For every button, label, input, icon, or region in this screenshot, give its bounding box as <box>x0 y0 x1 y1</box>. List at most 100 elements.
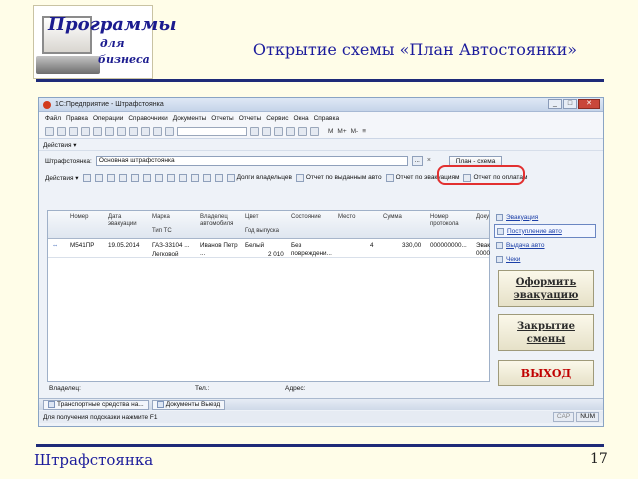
undo-icon[interactable] <box>141 127 150 136</box>
debtors-button[interactable]: Долги владельцев <box>226 173 292 182</box>
menu-reports[interactable]: Отчеты <box>211 115 233 122</box>
col-color[interactable]: Цвет <box>245 214 258 221</box>
logo-line-2: для <box>100 37 125 50</box>
paste-icon[interactable] <box>105 127 114 136</box>
delete-icon[interactable] <box>118 173 127 182</box>
col-state[interactable]: Состояние <box>291 214 321 221</box>
task-documents[interactable]: Документы Выезд <box>151 399 226 410</box>
cell-color: Белый <box>245 242 265 249</box>
cell-protocol: 000000000... <box>430 242 467 249</box>
save-icon[interactable] <box>69 127 78 136</box>
side-link-receipts[interactable]: Чеки <box>494 252 596 266</box>
cell-place: 4 <box>370 242 374 249</box>
side-link-evacuation[interactable]: Эвакуация <box>494 210 596 224</box>
report-issued-button[interactable]: Отчет по выданным авто <box>295 173 382 182</box>
side-link-issue[interactable]: Выдача авто <box>494 238 596 252</box>
close-shift-button[interactable]: Закрытие смены <box>498 314 594 351</box>
help-icon[interactable] <box>286 127 295 136</box>
side-link-issue-label: Выдача авто <box>506 241 545 249</box>
calendar-icon[interactable] <box>310 127 319 136</box>
unpost-icon[interactable] <box>142 173 151 182</box>
maximize-button[interactable]: □ <box>563 99 577 109</box>
row-divider <box>48 257 489 258</box>
menu-reports-2[interactable]: Отчеты <box>239 115 261 122</box>
col-protocol[interactable]: Номер протокола <box>430 214 468 228</box>
edit-icon[interactable] <box>106 173 115 182</box>
new-icon[interactable] <box>45 127 54 136</box>
table-header: Номер Дата эвакуации Марка Тип ТС Владел… <box>48 211 489 239</box>
window-taskbar: Транспортные средства на... Документы Вы… <box>39 398 603 410</box>
col-place[interactable]: Место <box>338 214 355 221</box>
copy-row-icon[interactable] <box>94 173 103 182</box>
form-actions-menu[interactable]: Действия ▾ <box>39 139 603 151</box>
menu-documents[interactable]: Документы <box>173 115 207 122</box>
minimize-button[interactable]: _ <box>548 99 562 109</box>
cell-state: Без повреждени... <box>291 242 332 257</box>
refresh-icon[interactable] <box>262 127 271 136</box>
menu-service[interactable]: Сервис <box>266 115 288 122</box>
window-title: 1С:Предприятие - Штрафстоянка <box>55 101 164 108</box>
filter-icon[interactable] <box>154 173 163 182</box>
list-actions-menu[interactable]: Действия ▾ <box>45 174 79 182</box>
status-hint: Для получения подсказки нажмите F1 <box>43 413 158 421</box>
cell-brand: ГАЗ-33104 ... <box>152 242 190 249</box>
close-button[interactable]: ✕ <box>578 99 600 109</box>
filter-off-icon[interactable] <box>166 173 175 182</box>
col-doc[interactable]: Доку <box>476 214 489 221</box>
slide-footer: Штрафстоянка <box>34 451 154 469</box>
report-icon <box>385 173 394 182</box>
menu-help[interactable]: Справка <box>314 115 340 122</box>
refresh-list-icon[interactable] <box>214 173 223 182</box>
debtors-icon <box>226 173 235 182</box>
menu-bar: Файл Правка Операции Справочники Докумен… <box>39 112 603 125</box>
calculator-icon[interactable] <box>298 127 307 136</box>
sort-asc-icon[interactable] <box>178 173 187 182</box>
cell-doc: Эвак 0000 <box>476 242 490 257</box>
post-icon[interactable] <box>130 173 139 182</box>
app-logo-icon <box>43 100 51 109</box>
col-number[interactable]: Номер <box>70 214 88 221</box>
memory-plus-button[interactable]: M+ <box>337 128 346 135</box>
print-icon[interactable] <box>117 127 126 136</box>
search-icon[interactable] <box>250 127 259 136</box>
search-input[interactable] <box>177 127 247 136</box>
lot-select-button[interactable]: ... <box>411 156 423 166</box>
address-label: Адрес: <box>285 385 306 392</box>
add-icon[interactable] <box>82 173 91 182</box>
task-vehicles[interactable]: Транспортные средства на... <box>43 399 149 410</box>
bookmark-icon[interactable] <box>274 127 283 136</box>
lot-field[interactable]: Основная штрафстоянка <box>95 156 408 166</box>
top-divider <box>36 79 604 82</box>
col-date[interactable]: Дата эвакуации <box>108 214 146 228</box>
col-owner[interactable]: Владелец автомобиля <box>200 214 244 228</box>
menu-edit[interactable]: Правка <box>66 115 88 122</box>
preview-icon[interactable] <box>129 127 138 136</box>
row-status-icon: ⇔ <box>52 242 59 249</box>
logo: Программы для бизнеса <box>33 5 177 79</box>
register-evacuation-button[interactable]: Оформить эвакуацию <box>498 270 594 307</box>
col-brand[interactable]: Марка <box>152 214 170 221</box>
menu-operations[interactable]: Операции <box>93 115 123 122</box>
lot-clear-button[interactable]: × <box>427 156 435 166</box>
memory-button[interactable]: M <box>328 128 333 135</box>
structure-icon[interactable] <box>202 173 211 182</box>
cut-icon[interactable] <box>81 127 90 136</box>
menu-catalogs[interactable]: Справочники <box>128 115 167 122</box>
menu-windows[interactable]: Окна <box>293 115 308 122</box>
col-amount[interactable]: Сумма <box>383 214 402 221</box>
col-year[interactable]: Год выпуска <box>245 228 279 235</box>
copy-icon[interactable] <box>93 127 102 136</box>
report-icon <box>295 173 304 182</box>
menu-file[interactable]: Файл <box>45 115 61 122</box>
open-icon[interactable] <box>57 127 66 136</box>
side-link-arrival[interactable]: Поступление авто <box>494 224 596 238</box>
sort-desc-icon[interactable] <box>190 173 199 182</box>
memory-minus-button[interactable]: M- <box>351 128 359 135</box>
toolbar-more-button[interactable]: ≡ <box>362 128 366 135</box>
documents-table[interactable]: Номер Дата эвакуации Марка Тип ТС Владел… <box>47 210 490 382</box>
redo-icon[interactable] <box>153 127 162 136</box>
col-vehicle-type[interactable]: Тип ТС <box>152 228 172 235</box>
exit-button[interactable]: ВЫХОД <box>498 360 594 386</box>
find-icon[interactable] <box>165 127 174 136</box>
side-link-evacuation-label: Эвакуация <box>506 213 539 221</box>
